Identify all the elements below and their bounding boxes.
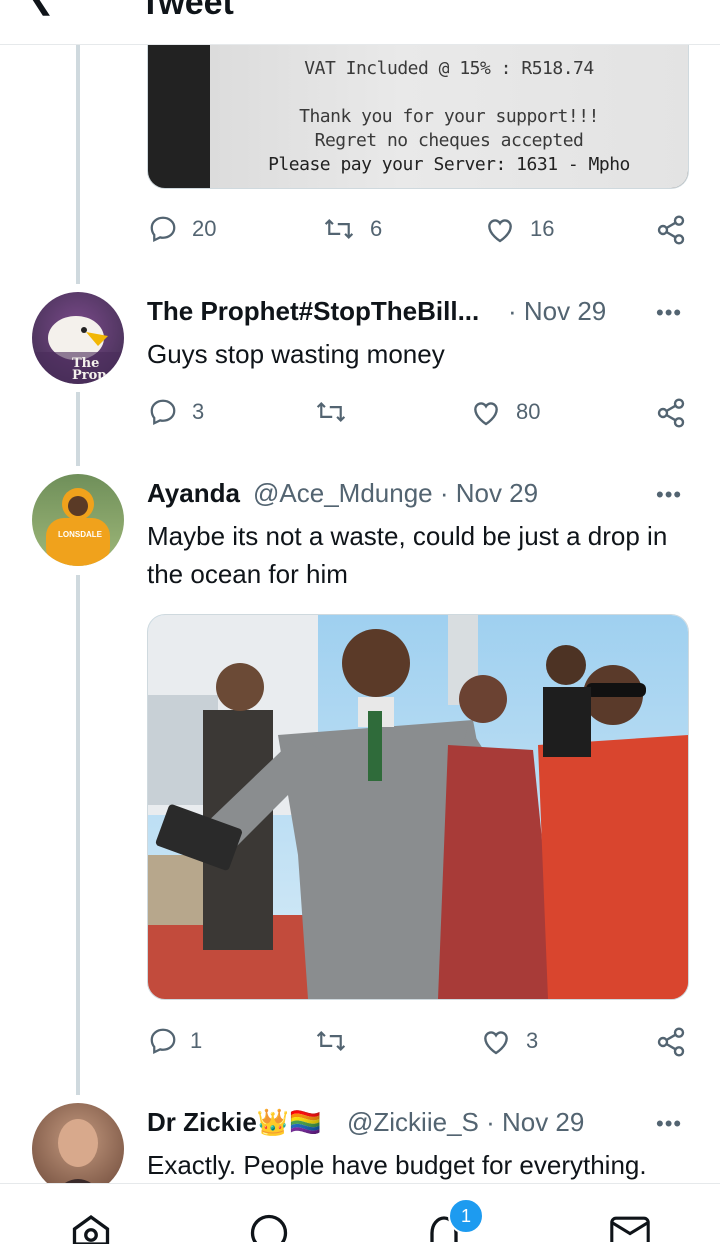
- retweet-icon: [314, 1026, 348, 1056]
- more-options-icon[interactable]: •••: [656, 300, 682, 326]
- reply-count: 20: [192, 216, 217, 241]
- receipt-line: Regret no cheques accepted: [314, 130, 584, 151]
- like-button[interactable]: 3: [480, 1026, 538, 1056]
- display-name[interactable]: Dr Zickie👑🏳️‍🌈: [147, 1107, 322, 1138]
- receipt-photo[interactable]: VAT Included @ 15% : R518.74 Thank you f…: [147, 30, 689, 189]
- share-icon: [655, 214, 687, 246]
- retweet-button[interactable]: [314, 1026, 348, 1056]
- share-icon: [655, 1026, 687, 1058]
- share-button[interactable]: [655, 1026, 687, 1058]
- reply-icon: [148, 397, 178, 427]
- retweet-count: 6: [370, 216, 383, 241]
- like-count: 3: [526, 1028, 539, 1053]
- display-name[interactable]: The Prophet#StopTheBill...: [147, 296, 479, 327]
- share-button[interactable]: [655, 397, 687, 429]
- receipt-line: Please pay your Server: 1631 - Mpho: [268, 154, 630, 175]
- heart-icon: [470, 397, 502, 427]
- retweet-button[interactable]: 6: [322, 214, 382, 244]
- tweet-text: Exactly. People have budget for everythi…: [147, 1150, 647, 1180]
- display-name[interactable]: Ayanda: [147, 478, 240, 509]
- heart-icon: [480, 1026, 512, 1056]
- tweet-meta: @Zickiie_S · Nov 29: [347, 1107, 585, 1137]
- thread-connector: [76, 575, 80, 1095]
- tweet-meta: · Nov 29: [508, 296, 607, 326]
- home-icon[interactable]: [70, 1214, 112, 1249]
- receipt-line: VAT Included @ 15% : R518.74: [304, 58, 594, 79]
- receipt-paper: VAT Included @ 15% : R518.74 Thank you f…: [210, 30, 688, 188]
- retweet-icon: [322, 214, 356, 244]
- thread-connector: [76, 44, 80, 284]
- back-arrow-icon[interactable]: ❮: [28, 0, 55, 16]
- reply-button[interactable]: 20: [148, 214, 216, 244]
- retweet-icon: [314, 397, 348, 427]
- share-icon: [655, 397, 687, 429]
- reply-button[interactable]: 3: [148, 397, 204, 427]
- like-count: 16: [530, 216, 555, 241]
- like-button[interactable]: 16: [484, 214, 554, 244]
- messages-icon[interactable]: [608, 1214, 652, 1248]
- notification-badge: 1: [448, 1198, 484, 1234]
- tweet-photo[interactable]: [147, 614, 689, 1000]
- top-app-bar: ❮ Tweet: [0, 0, 720, 45]
- receipt-line: Thank you for your support!!!: [299, 106, 599, 127]
- retweet-button[interactable]: [314, 397, 348, 427]
- reply-count: 3: [192, 399, 205, 424]
- search-icon[interactable]: [249, 1212, 289, 1249]
- heart-icon: [484, 214, 516, 244]
- avatar[interactable]: The Prop: [32, 292, 124, 384]
- reply-icon: [148, 214, 178, 244]
- share-button[interactable]: [655, 214, 687, 246]
- reply-count: 1: [190, 1028, 203, 1053]
- reply-icon: [148, 1026, 178, 1056]
- tweet-text: Maybe its not a waste, could be just a d…: [147, 521, 668, 589]
- reply-button[interactable]: 1: [148, 1026, 202, 1056]
- bottom-navigation: [0, 1183, 720, 1249]
- more-options-icon[interactable]: •••: [656, 482, 682, 508]
- page-title: Tweet: [140, 0, 234, 22]
- like-button[interactable]: 80: [470, 397, 540, 427]
- tweet-text: Guys stop wasting money: [147, 339, 445, 369]
- tweet-meta: @Ace_Mdunge · Nov 29: [253, 478, 539, 508]
- avatar[interactable]: LONSDALE: [32, 474, 124, 566]
- avatar-text: LONSDALE: [58, 530, 102, 539]
- thread-connector: [76, 392, 80, 466]
- more-options-icon[interactable]: •••: [656, 1111, 682, 1137]
- avatar-text: The Prop: [72, 356, 107, 383]
- avatar[interactable]: [32, 1103, 124, 1195]
- like-count: 80: [516, 399, 541, 424]
